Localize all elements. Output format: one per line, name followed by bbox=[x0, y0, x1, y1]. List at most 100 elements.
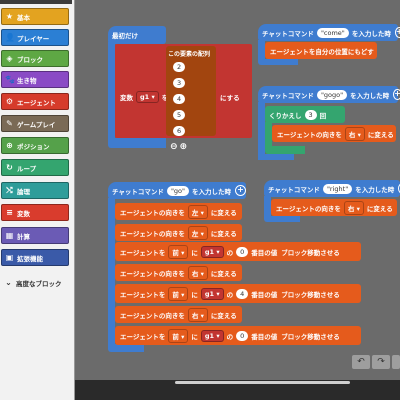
array-label: この要素の配列 bbox=[168, 50, 211, 58]
array-block[interactable] bbox=[166, 46, 216, 136]
category-label: ゲームプレイ bbox=[17, 120, 56, 129]
category-logic[interactable]: ⤭ 論理 bbox=[1, 182, 69, 199]
chat-command-hat[interactable]: チャットコマンド "go" を入力した時 + bbox=[108, 182, 246, 199]
variable-dropdown[interactable]: g1 ▾ bbox=[200, 245, 224, 258]
on-start-c-foot bbox=[108, 138, 166, 148]
plus-circle-icon[interactable]: ⊕ bbox=[180, 142, 188, 152]
move-suffix: ブロック移動させる bbox=[281, 248, 340, 257]
agent-move-block[interactable]: エージェントを 前 ▾ に g1 ▾ の 0 番目の値 ブロック移動させる bbox=[115, 326, 361, 345]
array-value-4[interactable]: 5 bbox=[170, 110, 188, 120]
command-text[interactable]: "gogo" bbox=[316, 89, 348, 100]
direction-dropdown[interactable]: 前 ▾ bbox=[168, 328, 189, 343]
redo-icon[interactable]: ↷ bbox=[372, 355, 390, 369]
on-start-hat[interactable]: 最初だけ bbox=[108, 26, 166, 44]
agent-turn-block[interactable]: エージェントの向きを 右 ▾ に変える bbox=[272, 125, 396, 142]
repeat-count[interactable]: 3 bbox=[304, 109, 317, 120]
on-start-block[interactable]: 最初だけ 変数 g1 ▾ を この要素の配列 2 3 4 5 6 ⊖ ⊕ にする bbox=[108, 26, 253, 156]
repeat-block[interactable]: くりかえし 3 回 bbox=[265, 106, 345, 123]
value-pill[interactable]: 2 bbox=[173, 62, 186, 72]
variable-name: g1 bbox=[140, 93, 150, 101]
of-label: の bbox=[226, 248, 234, 257]
action-suffix: に変える bbox=[367, 130, 394, 139]
agent-turn-block[interactable]: エージェントの向きを 右 ▾ に変える bbox=[115, 264, 242, 281]
toolbox-sidebar: ★ 基本 👤 プレイヤー ◈ ブロック 🐾 生き物 ⚙ エージェント ✎ ゲームプレイ ⊕ ポ… bbox=[0, 0, 75, 400]
direction-dropdown[interactable]: 前 ▾ bbox=[168, 244, 189, 259]
category-advanced[interactable]: ⌄ 高度なブロック bbox=[1, 274, 69, 291]
list-icon: ≡ bbox=[6, 208, 13, 217]
command-suffix: を入力した時 bbox=[351, 29, 391, 38]
command-prefix: チャットコマンド bbox=[262, 91, 314, 100]
chat-command-hat[interactable]: チャットコマンド "right" を入力した時 + bbox=[264, 180, 400, 197]
category-blocks[interactable]: ◈ ブロック bbox=[1, 50, 69, 67]
direction-dropdown[interactable]: 前 ▾ bbox=[168, 286, 189, 301]
command-prefix: チャットコマンド bbox=[112, 187, 164, 196]
value-pill[interactable]: 3 bbox=[173, 78, 186, 88]
category-extensions[interactable]: ▣ 拡張機能 bbox=[1, 249, 69, 266]
agent-teleport-block[interactable]: エージェントを自分の位置にもどす bbox=[265, 42, 377, 59]
person-icon: 👤 bbox=[5, 33, 15, 42]
zoom-icon[interactable] bbox=[392, 355, 400, 369]
category-label: 変数 bbox=[17, 209, 30, 218]
value-pill[interactable]: 5 bbox=[173, 110, 186, 120]
of-label: の bbox=[226, 290, 234, 299]
category-label: ポジション bbox=[17, 142, 50, 151]
plus-icon[interactable]: + bbox=[394, 27, 400, 38]
value-pill[interactable]: 4 bbox=[173, 94, 186, 104]
hat-foot bbox=[108, 344, 144, 352]
index-value[interactable]: 0 bbox=[236, 246, 249, 257]
direction-dropdown[interactable]: 右 ▾ bbox=[187, 265, 208, 280]
command-text[interactable]: "go" bbox=[166, 185, 190, 196]
loop-icon: ↻ bbox=[6, 163, 13, 172]
direction-dropdown[interactable]: 左 ▾ bbox=[187, 225, 208, 240]
agent-turn-block[interactable]: エージェントの向きを 右 ▾ に変える bbox=[271, 199, 397, 216]
agent-turn-block[interactable]: エージェントの向きを 右 ▾ に変える bbox=[115, 306, 242, 323]
category-positions[interactable]: ⊕ ポジション bbox=[1, 137, 69, 154]
hat-foot bbox=[258, 59, 298, 65]
command-text[interactable]: "right" bbox=[322, 183, 353, 194]
category-label: ループ bbox=[17, 164, 37, 173]
array-value-3[interactable]: 4 bbox=[170, 94, 188, 104]
category-variables[interactable]: ≡ 変数 bbox=[1, 204, 69, 221]
agent-turn-block[interactable]: エージェントの向きを 左 ▾ に変える bbox=[115, 203, 242, 220]
category-basic[interactable]: ★ 基本 bbox=[1, 8, 69, 25]
category-math[interactable]: ▦ 計算 bbox=[1, 227, 69, 244]
category-player[interactable]: 👤 プレイヤー bbox=[1, 29, 69, 46]
hat-arm bbox=[108, 198, 115, 346]
command-text[interactable]: "come" bbox=[316, 27, 349, 38]
repeat-arm bbox=[265, 122, 272, 148]
variable-dropdown[interactable]: g1 ▾ bbox=[136, 91, 159, 103]
variable-dropdown[interactable]: g1 ▾ bbox=[200, 329, 224, 342]
value-pill[interactable]: 6 bbox=[173, 126, 186, 136]
plus-icon[interactable]: + bbox=[393, 89, 400, 100]
chat-command-hat[interactable]: チャットコマンド "come" を入力した時 + bbox=[258, 24, 400, 41]
action-prefix: エージェントの向きを bbox=[120, 311, 185, 320]
index-value[interactable]: 0 bbox=[236, 330, 249, 341]
category-label: 論理 bbox=[17, 187, 30, 196]
category-agent[interactable]: ⚙ エージェント bbox=[1, 93, 69, 110]
array-value-1[interactable]: 2 bbox=[170, 62, 188, 72]
calculator-icon: ▦ bbox=[5, 231, 14, 240]
direction-dropdown[interactable]: 右 ▾ bbox=[344, 126, 365, 141]
array-value-5[interactable]: 6 bbox=[170, 126, 188, 136]
category-gameplay[interactable]: ✎ ゲームプレイ bbox=[1, 115, 69, 132]
array-value-2[interactable]: 3 bbox=[170, 78, 188, 88]
to-label: に bbox=[191, 290, 198, 299]
category-label: エージェント bbox=[17, 98, 56, 107]
agent-move-block[interactable]: エージェントを 前 ▾ に g1 ▾ の 0 番目の値 ブロック移動させる bbox=[115, 242, 361, 261]
direction-dropdown[interactable]: 右 ▾ bbox=[343, 200, 364, 215]
direction-dropdown[interactable]: 右 ▾ bbox=[187, 307, 208, 322]
agent-move-block[interactable]: エージェントを 前 ▾ に g1 ▾ の 4 番目の値 ブロック移動させる bbox=[115, 284, 361, 303]
category-mobs[interactable]: 🐾 生き物 bbox=[1, 71, 69, 88]
plus-icon[interactable]: + bbox=[235, 185, 246, 196]
minus-circle-icon[interactable]: ⊖ bbox=[170, 142, 178, 152]
agent-turn-block[interactable]: エージェントの向きを 左 ▾ に変える bbox=[115, 224, 242, 241]
command-prefix: チャットコマンド bbox=[262, 29, 314, 38]
direction-dropdown[interactable]: 左 ▾ bbox=[187, 204, 208, 219]
action-prefix: エージェントの向きを bbox=[120, 208, 185, 217]
chat-command-hat[interactable]: チャットコマンド "gogo" を入力した時 + bbox=[258, 86, 400, 103]
variable-dropdown[interactable]: g1 ▾ bbox=[200, 287, 224, 300]
undo-icon[interactable]: ↶ bbox=[352, 355, 370, 369]
category-loops[interactable]: ↻ ループ bbox=[1, 159, 69, 176]
horizontal-scrollbar[interactable] bbox=[175, 381, 350, 384]
index-value[interactable]: 4 bbox=[236, 288, 249, 299]
